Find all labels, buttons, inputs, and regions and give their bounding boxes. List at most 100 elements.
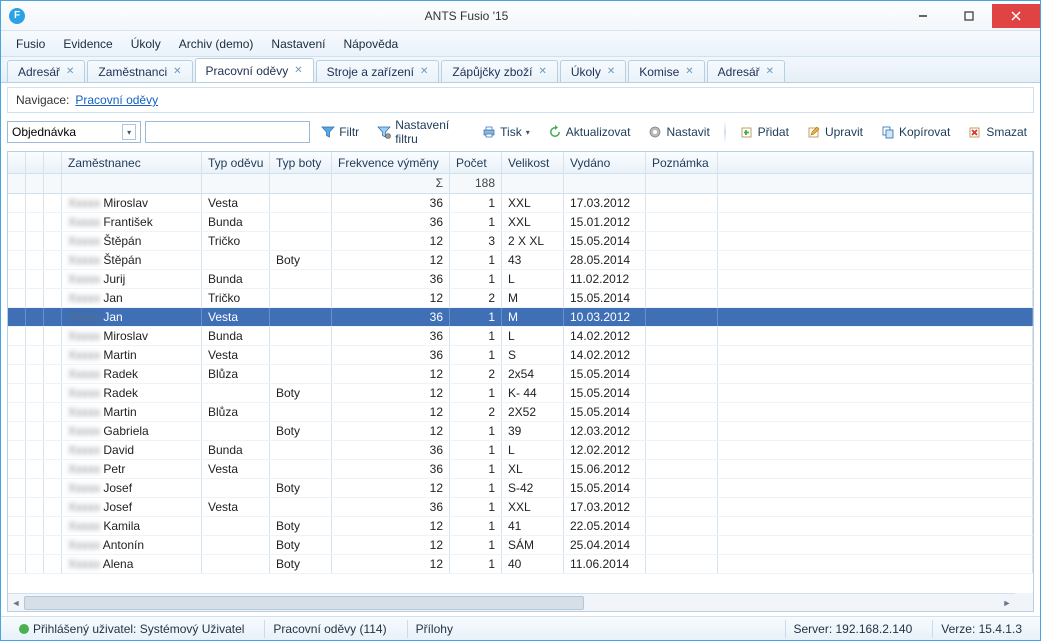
table-row[interactable]: Xxxxx MiroslavBunda361L14.02.2012	[8, 327, 1033, 346]
column-header[interactable]	[718, 152, 1033, 174]
user-icon	[19, 624, 29, 634]
delete-button[interactable]: Smazat	[961, 120, 1034, 144]
menu-nastaven-[interactable]: Nastavení	[262, 33, 334, 55]
filter-settings-button[interactable]: Nastavení filtru	[370, 120, 471, 144]
column-header[interactable]: Typ boty	[270, 152, 332, 174]
table-row[interactable]: Xxxxx JanVesta361M10.03.2012	[8, 308, 1033, 327]
table-row[interactable]: Xxxxx ŠtěpánBoty1214328.05.2014	[8, 251, 1033, 270]
table-row[interactable]: Xxxxx FrantišekBunda361XXL15.01.2012	[8, 213, 1033, 232]
cell	[44, 536, 62, 554]
scroll-thumb[interactable]	[24, 596, 584, 610]
settings-button[interactable]: Nastavit	[641, 120, 716, 144]
table-row[interactable]: Xxxxx JurijBunda361L11.02.2012	[8, 270, 1033, 289]
close-button[interactable]	[992, 4, 1040, 28]
tab-label: Úkoly	[571, 65, 601, 79]
table-row[interactable]: Xxxxx MartinBlůza1222X5215.05.2014	[8, 403, 1033, 422]
close-icon[interactable]: ✕	[420, 66, 428, 77]
delete-icon	[968, 125, 982, 139]
minimize-button[interactable]	[900, 4, 946, 28]
column-header[interactable]: Vydáno	[564, 152, 646, 174]
cell: L	[502, 270, 564, 288]
cell	[718, 384, 1033, 402]
table-row[interactable]: Xxxxx ŠtěpánTričko1232 X XL15.05.2014	[8, 232, 1033, 251]
tab-komise-6[interactable]: Komise✕	[628, 60, 704, 82]
table-row[interactable]: Xxxxx PetrVesta361XL15.06.2012	[8, 460, 1033, 479]
tab-zam-stnanci-1[interactable]: Zaměstnanci✕	[87, 60, 192, 82]
table-row[interactable]: Xxxxx MiroslavVesta361XXL17.03.2012	[8, 194, 1033, 213]
close-icon[interactable]: ✕	[66, 66, 74, 77]
tab-pracovn-od-vy-2[interactable]: Pracovní oděvy✕	[195, 58, 314, 82]
table-row[interactable]: Xxxxx GabrielaBoty1213912.03.2012	[8, 422, 1033, 441]
close-icon[interactable]: ✕	[685, 66, 693, 77]
column-header[interactable]: Počet	[450, 152, 502, 174]
table-row[interactable]: Xxxxx AntonínBoty121SÁM25.04.2014	[8, 536, 1033, 555]
cell: 15.05.2014	[564, 403, 646, 421]
tab--koly-5[interactable]: Úkoly ✕	[560, 60, 626, 82]
cell: 12	[332, 517, 450, 535]
close-icon[interactable]: ✕	[766, 66, 774, 77]
view-combo[interactable]: Objednávka ▾	[7, 121, 141, 143]
search-input[interactable]	[145, 121, 310, 143]
grid-body[interactable]: Xxxxx MiroslavVesta361XXL17.03.2012Xxxxx…	[8, 194, 1033, 593]
table-row[interactable]: Xxxxx DavidBunda361L12.02.2012	[8, 441, 1033, 460]
cell	[8, 194, 26, 212]
close-icon[interactable]: ✕	[294, 65, 302, 76]
tab-adres--0[interactable]: Adresář✕	[7, 60, 85, 82]
pencil-icon	[807, 125, 821, 139]
column-header[interactable]: Frekvence výměny	[332, 152, 450, 174]
column-header[interactable]: Typ oděvu	[202, 152, 270, 174]
chevron-down-icon: ▾	[526, 128, 530, 137]
column-header[interactable]	[26, 152, 44, 174]
table-row[interactable]: Xxxxx KamilaBoty1214122.05.2014	[8, 517, 1033, 536]
cell	[646, 194, 718, 212]
table-row[interactable]: Xxxxx JosefBoty121S-4215.05.2014	[8, 479, 1033, 498]
close-icon[interactable]: ✕	[607, 66, 615, 77]
tab-stroje-a-za-zen--3[interactable]: Stroje a zařízení✕	[316, 60, 440, 82]
nav-link[interactable]: Pracovní oděvy	[75, 93, 158, 107]
menu-evidence[interactable]: Evidence	[54, 33, 121, 55]
column-header[interactable]: Velikost	[502, 152, 564, 174]
cell	[8, 517, 26, 535]
scroll-corner	[1015, 593, 1033, 611]
table-row[interactable]: Xxxxx MartinVesta361S14.02.2012	[8, 346, 1033, 365]
cell: Boty	[270, 422, 332, 440]
tab-adres--7[interactable]: Adresář✕	[707, 60, 785, 82]
status-attachments[interactable]: Přílohy	[407, 620, 461, 638]
cell	[26, 479, 44, 497]
tab-z-p-j-ky-zbo--4[interactable]: Zápůjčky zboží✕	[441, 60, 557, 82]
edit-button[interactable]: Upravit	[800, 120, 870, 144]
horizontal-scrollbar[interactable]: ◄ ►	[8, 593, 1015, 611]
column-header[interactable]: Poznámka	[646, 152, 718, 174]
menu-fusio[interactable]: Fusio	[7, 33, 54, 55]
close-icon[interactable]: ✕	[538, 66, 546, 77]
cell	[646, 270, 718, 288]
table-row[interactable]: Xxxxx JanTričko122M15.05.2014	[8, 289, 1033, 308]
cell: Xxxxx Josef	[62, 479, 202, 497]
scroll-right-icon[interactable]: ►	[999, 594, 1015, 612]
table-row[interactable]: Xxxxx RadekBlůza1222x5415.05.2014	[8, 365, 1033, 384]
titlebar: F ANTS Fusio '15	[1, 1, 1040, 31]
column-header[interactable]	[8, 152, 26, 174]
sigma-label: Σ	[436, 176, 443, 190]
scroll-left-icon[interactable]: ◄	[8, 594, 24, 612]
menu-archiv-demo-[interactable]: Archiv (demo)	[170, 33, 263, 55]
column-header[interactable]	[44, 152, 62, 174]
cell	[270, 194, 332, 212]
add-button[interactable]: Přidat	[733, 120, 796, 144]
maximize-button[interactable]	[946, 4, 992, 28]
refresh-button[interactable]: Aktualizovat	[541, 120, 638, 144]
copy-icon	[881, 125, 895, 139]
filter-button[interactable]: Filtr	[314, 120, 366, 144]
column-header[interactable]: Zaměstnanec	[62, 152, 202, 174]
cell	[8, 270, 26, 288]
status-page: Pracovní oděvy (114)	[264, 620, 394, 638]
table-row[interactable]: Xxxxx RadekBoty121K- 4415.05.2014	[8, 384, 1033, 403]
print-button[interactable]: Tisk ▾	[475, 120, 537, 144]
close-icon[interactable]: ✕	[173, 66, 181, 77]
copy-button[interactable]: Kopírovat	[874, 120, 957, 144]
menu-n-pov-da[interactable]: Nápověda	[334, 33, 407, 55]
grid-summary-row: Σ 188	[8, 174, 1033, 194]
table-row[interactable]: Xxxxx JosefVesta361XXL17.03.2012	[8, 498, 1033, 517]
table-row[interactable]: Xxxxx AlenaBoty1214011.06.2014	[8, 555, 1033, 574]
menu--koly[interactable]: Úkoly	[122, 33, 170, 55]
